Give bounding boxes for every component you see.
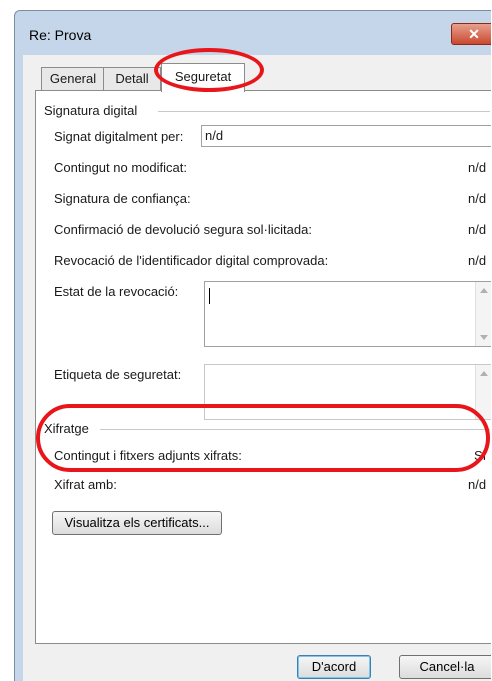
encrypted-value: Sí	[474, 448, 487, 463]
row-label: Confirmació de devolució segura sol·lici…	[54, 222, 312, 237]
row-value: n/d	[468, 222, 487, 237]
close-button[interactable]: ✕	[451, 23, 491, 45]
group-divider	[100, 429, 490, 430]
close-icon: ✕	[468, 26, 480, 42]
revocation-state-label: Estat de la revocació:	[54, 284, 179, 299]
dialog-body: General Detall Seguretat Signatura digit…	[23, 55, 491, 681]
row-value: n/d	[468, 253, 487, 268]
group-divider	[158, 111, 490, 112]
row-label: Signatura de confiança:	[54, 191, 191, 206]
row-label: Contingut no modificat:	[54, 160, 187, 175]
scroll-up-icon[interactable]	[480, 288, 488, 293]
signed-by-field[interactable]: n/d	[201, 125, 491, 147]
tab-seguretat[interactable]: Seguretat	[161, 63, 245, 92]
view-certificates-button[interactable]: Visualitza els certificats...	[52, 511, 222, 535]
security-label-textarea[interactable]	[204, 364, 491, 420]
security-label-label: Etiqueta de seguretat:	[54, 367, 182, 382]
row-value: n/d	[468, 160, 487, 175]
revocation-state-textarea[interactable]	[204, 281, 491, 347]
group-title-xifratge: Xifratge	[44, 421, 89, 436]
window-title: Re: Prova	[29, 27, 92, 43]
title-bar: Re: Prova ✕	[15, 11, 491, 55]
group-title-signatura: Signatura digital	[44, 103, 138, 118]
row-value: n/d	[468, 191, 487, 206]
tab-general[interactable]: General	[41, 67, 105, 90]
text-caret	[209, 288, 210, 304]
security-tab-panel: Signatura digital Signat digitalment per…	[35, 90, 491, 644]
cancel-button[interactable]: Cancel·la	[399, 655, 491, 679]
vertical-scrollbar[interactable]	[475, 282, 491, 346]
encrypted-label: Contingut i fitxers adjunts xifrats:	[54, 448, 242, 463]
ok-button[interactable]: D'acord	[297, 655, 371, 679]
properties-dialog: Re: Prova ✕ General Detall Seguretat Sig…	[14, 10, 491, 681]
scroll-down-icon[interactable]	[480, 335, 488, 340]
tab-detall[interactable]: Detall	[103, 67, 161, 90]
scroll-up-icon[interactable]	[480, 371, 488, 376]
row-label: Revocació de l'identificador digital com…	[54, 253, 329, 268]
encrypted-with-value: n/d	[468, 477, 487, 492]
encrypted-with-label: Xifrat amb:	[54, 477, 117, 492]
signed-by-label: Signat digitalment per:	[54, 129, 184, 144]
vertical-scrollbar[interactable]	[475, 365, 491, 419]
